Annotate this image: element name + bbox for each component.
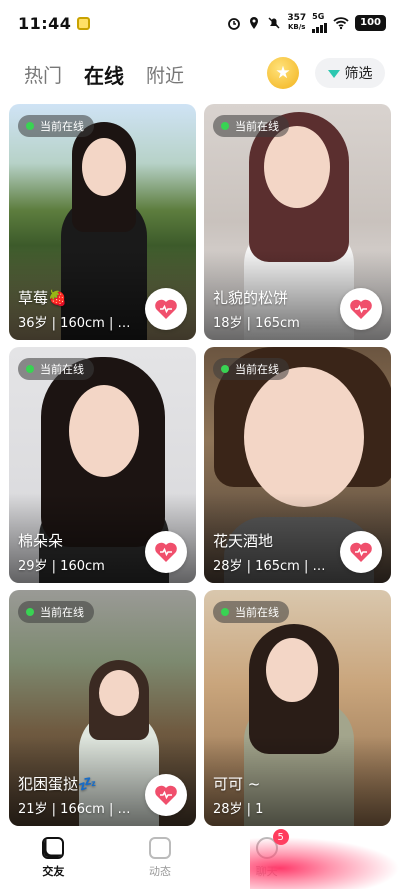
like-button[interactable] xyxy=(340,531,382,573)
status-bar: 11:44 357 KB/s 5G 100 xyxy=(0,0,400,46)
moments-icon xyxy=(148,837,171,859)
like-button[interactable] xyxy=(340,288,382,330)
heart-icon xyxy=(155,785,177,805)
online-badge-label: 当前在线 xyxy=(235,363,279,376)
signal-group: 5G xyxy=(312,12,328,33)
net-speed-value: 357 xyxy=(287,13,307,23)
online-dot-icon xyxy=(26,365,34,373)
signal-icon xyxy=(312,21,328,33)
filter-icon xyxy=(327,70,340,78)
floating-gradient-blob xyxy=(250,837,400,889)
user-info: 28岁 | 1 xyxy=(213,802,264,817)
app-notification-icon xyxy=(77,16,91,30)
status-icons: 357 KB/s 5G 100 xyxy=(227,13,386,33)
nav-make-friends-label: 交友 xyxy=(42,865,65,878)
like-button[interactable] xyxy=(145,288,187,330)
net-speed-unit: KB/s xyxy=(287,23,306,31)
user-card[interactable]: 当前在线 犯困蛋挞💤 21岁 | 166cm | … xyxy=(9,590,196,826)
tab-nearby[interactable]: 附近 xyxy=(146,61,184,88)
online-badge: 当前在线 xyxy=(18,601,94,623)
user-card[interactable]: 当前在线 可可 ~ 28岁 | 1 xyxy=(204,590,391,826)
user-info: 29岁 | 160cm xyxy=(18,559,105,574)
user-info: 36岁 | 160cm | … xyxy=(18,316,131,331)
online-badge: 当前在线 xyxy=(18,115,94,137)
online-dot-icon xyxy=(26,122,34,130)
heart-icon xyxy=(155,299,177,319)
online-badge-label: 当前在线 xyxy=(40,606,84,619)
alarm-icon xyxy=(228,18,241,30)
network-type: 5G xyxy=(312,12,325,21)
nav-moments[interactable]: 动态 xyxy=(130,837,190,879)
user-name: 草莓🍓 xyxy=(18,289,67,307)
online-badge-label: 当前在线 xyxy=(235,606,279,619)
online-badge-label: 当前在线 xyxy=(40,120,84,133)
online-badge: 当前在线 xyxy=(18,358,94,380)
user-name: 棉朵朵 xyxy=(18,532,64,550)
filter-button[interactable]: 筛选 xyxy=(315,58,385,88)
top-tabs: 热门 在线 附近 xyxy=(24,54,184,94)
user-card[interactable]: 当前在线 棉朵朵 29岁 | 160cm xyxy=(9,347,196,583)
tab-hot[interactable]: 热门 xyxy=(24,61,62,88)
user-card[interactable]: 当前在线 草莓🍓 36岁 | 160cm | … xyxy=(9,104,196,340)
bottom-nav: 交友 动态 聊天 5 xyxy=(0,827,400,889)
user-name: 花天酒地 xyxy=(213,532,274,550)
online-dot-icon xyxy=(26,608,34,616)
mute-icon xyxy=(268,17,280,29)
online-dot-icon xyxy=(221,122,229,130)
heart-icon xyxy=(155,542,177,562)
user-card[interactable]: 当前在线 花天酒地 28岁 | 165cm | … xyxy=(204,347,391,583)
vip-star-button[interactable]: ★ xyxy=(267,57,299,89)
user-name: 犯困蛋挞💤 xyxy=(18,775,97,793)
like-button[interactable] xyxy=(145,774,187,816)
like-button[interactable] xyxy=(145,531,187,573)
battery-icon: 100 xyxy=(355,15,386,31)
user-name: 可可 ~ xyxy=(213,775,261,793)
online-badge-label: 当前在线 xyxy=(40,363,84,376)
net-speed: 357 KB/s xyxy=(287,14,306,32)
online-badge: 当前在线 xyxy=(213,115,289,137)
user-info: 28岁 | 165cm | … xyxy=(213,559,326,574)
user-info: 18岁 | 165cm xyxy=(213,316,300,331)
cards-icon xyxy=(42,837,65,859)
location-icon xyxy=(250,17,259,29)
online-badge-label: 当前在线 xyxy=(235,120,279,133)
tab-online[interactable]: 在线 xyxy=(84,60,124,89)
heart-icon xyxy=(350,542,372,562)
user-info: 21岁 | 166cm | … xyxy=(18,802,131,817)
online-badge: 当前在线 xyxy=(213,601,289,623)
wifi-icon xyxy=(333,17,349,30)
star-icon: ★ xyxy=(275,63,291,83)
user-name: 礼貌的松饼 xyxy=(213,289,289,307)
online-dot-icon xyxy=(221,608,229,616)
online-dot-icon xyxy=(221,365,229,373)
online-badge: 当前在线 xyxy=(213,358,289,380)
nav-make-friends[interactable]: 交友 xyxy=(23,837,83,879)
nav-moments-label: 动态 xyxy=(148,865,171,878)
user-card-grid: 当前在线 草莓🍓 36岁 | 160cm | … 当前在线 礼貌的松饼 18岁 … xyxy=(9,104,391,826)
user-card[interactable]: 当前在线 礼貌的松饼 18岁 | 165cm xyxy=(204,104,391,340)
filter-label: 筛选 xyxy=(344,66,373,82)
status-time: 11:44 xyxy=(18,13,72,33)
heart-icon xyxy=(350,299,372,319)
